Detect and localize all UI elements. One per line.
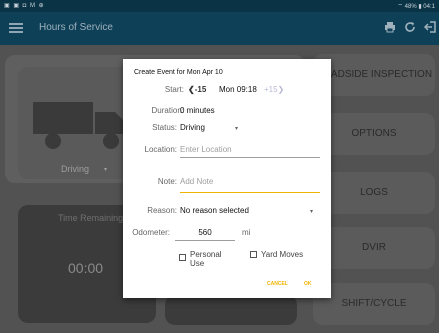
- time-remaining-value: 00:00: [68, 260, 104, 276]
- cancel-button[interactable]: CANCEL: [267, 281, 288, 287]
- yard-moves-label: Yard Moves: [261, 250, 304, 259]
- status-dropdown-icon[interactable]: ▾: [235, 125, 238, 132]
- odometer-input[interactable]: 560: [175, 228, 235, 237]
- status-bar-icons: ▣ ▣ ◘ M ⊕: [4, 3, 45, 9]
- refresh-icon[interactable]: [403, 21, 417, 35]
- shift-cycle-button[interactable]: SHIFT/CYCLE: [313, 283, 435, 325]
- personal-use-label-line1: Personal: [190, 250, 222, 259]
- app-title: Hours of Service: [39, 22, 113, 33]
- start-minus-15-button[interactable]: ❮-15: [188, 85, 206, 94]
- logs-button[interactable]: LOGS: [313, 172, 435, 214]
- start-plus-15-button[interactable]: +15❯: [264, 85, 284, 94]
- duration-value: 0 minutes: [180, 106, 215, 115]
- duration-label: Duration:: [151, 106, 184, 115]
- location-underline: [180, 157, 320, 158]
- personal-use-checkbox[interactable]: [179, 254, 186, 261]
- app-bar: Hours of Service: [0, 12, 439, 45]
- truck-icon: [33, 102, 128, 149]
- ok-button[interactable]: OK: [304, 281, 312, 287]
- location-label: Location:: [144, 145, 177, 154]
- logout-icon[interactable]: [423, 21, 437, 35]
- status-bar-battery-clock: ⌔ 48% ▮ 04:1: [397, 4, 435, 10]
- driving-status[interactable]: Driving: [61, 164, 89, 174]
- reason-label: Reason:: [147, 206, 177, 215]
- reason-select[interactable]: No reason selected: [180, 206, 249, 215]
- secondary-panel: [165, 295, 297, 325]
- dvir-button[interactable]: DVIR: [313, 227, 435, 269]
- start-time-value: Mon 09:18: [219, 85, 257, 94]
- time-remaining-label: Time Remaining: [58, 213, 124, 223]
- status-select[interactable]: Driving: [180, 123, 205, 132]
- dialog-title: Create Event for Mon Apr 10: [134, 69, 223, 76]
- location-input[interactable]: Enter Location: [180, 145, 232, 154]
- status-label: Status:: [152, 123, 177, 132]
- start-label: Start:: [164, 85, 184, 94]
- personal-use-label: Personal Use: [190, 250, 222, 268]
- status-dropdown-icon: ▾: [104, 167, 108, 173]
- odometer-unit: mi: [242, 228, 251, 237]
- status-bar: ▣ ▣ ◘ M ⊕ ⌔ 48% ▮ 04:1: [0, 0, 439, 12]
- menu-icon[interactable]: [9, 21, 23, 35]
- create-event-dialog: Create Event for Mon Apr 10 Start: ❮-15 …: [123, 59, 331, 298]
- options-button[interactable]: OPTIONS: [313, 113, 435, 155]
- yard-moves-checkbox[interactable]: [250, 251, 257, 258]
- odometer-label: Odometer:: [132, 228, 170, 237]
- note-label: Note:: [157, 177, 177, 186]
- roadside-inspection-button[interactable]: ROADSIDE INSPECTION: [313, 54, 435, 96]
- personal-use-label-line2: Use: [190, 259, 205, 268]
- print-icon[interactable]: [383, 21, 397, 35]
- note-input[interactable]: Add Note: [180, 177, 213, 186]
- note-underline: [180, 192, 320, 193]
- reason-dropdown-icon[interactable]: ▾: [310, 208, 313, 215]
- odometer-underline: [175, 240, 235, 241]
